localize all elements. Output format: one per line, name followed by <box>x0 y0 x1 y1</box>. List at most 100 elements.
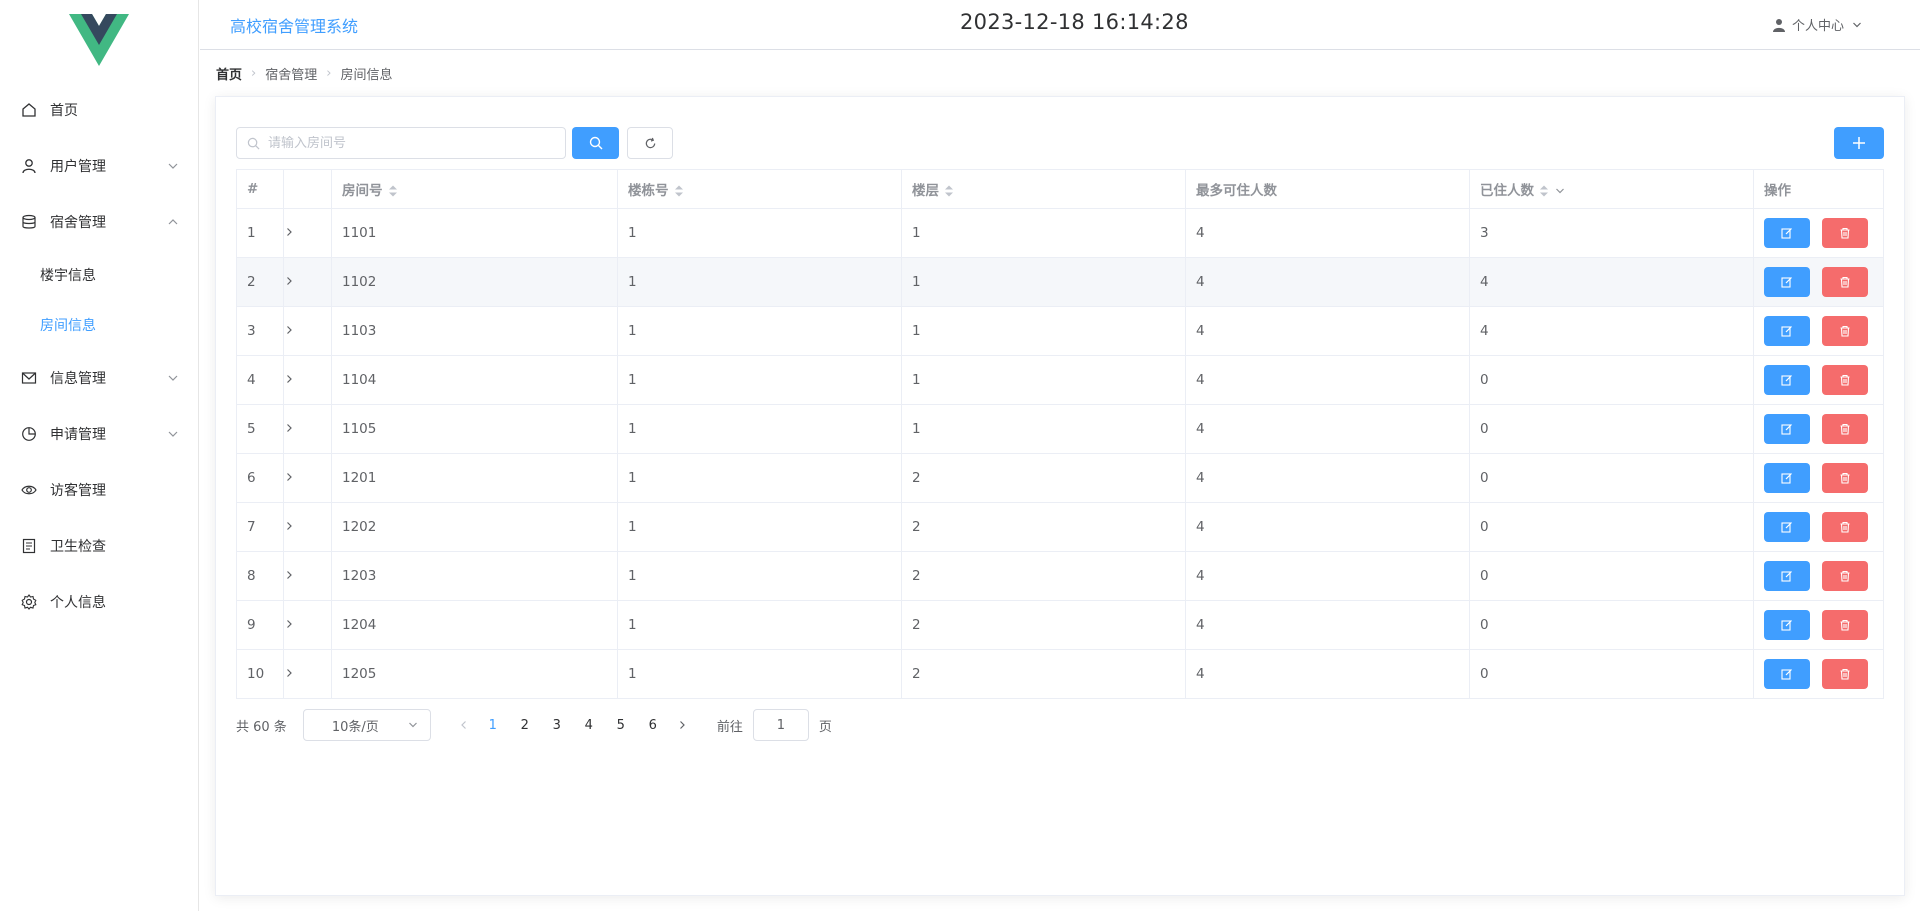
cell-building-number: 1 <box>617 600 902 650</box>
page-number[interactable]: 1 <box>477 718 509 733</box>
cell-expand[interactable] <box>283 453 332 503</box>
menu-item-visitor-management[interactable]: 访客管理 <box>0 462 199 518</box>
cell-expand[interactable] <box>283 355 332 405</box>
delete-button[interactable] <box>1822 610 1868 640</box>
edit-button[interactable] <box>1764 218 1810 248</box>
chevron-down-icon <box>408 722 417 728</box>
goto-page-input[interactable] <box>752 709 809 741</box>
page-size-select[interactable]: 10条/页 <box>302 709 431 741</box>
table-row[interactable]: 10 1205 1 2 4 0 <box>236 649 1884 699</box>
delete-button[interactable] <box>1822 365 1868 395</box>
menu-item-home[interactable]: 首页 <box>0 82 199 138</box>
sort-icon[interactable] <box>388 184 398 198</box>
menu-item-info-management[interactable]: 信息管理 <box>0 350 199 406</box>
table-row[interactable]: 3 1103 1 1 4 4 <box>236 306 1884 356</box>
edit-icon <box>1781 277 1792 288</box>
edit-button[interactable] <box>1764 512 1810 542</box>
table-row[interactable]: 2 1102 1 1 4 4 <box>236 257 1884 307</box>
sort-icon[interactable] <box>1539 184 1549 198</box>
delete-button[interactable] <box>1822 218 1868 248</box>
cell-expand[interactable] <box>283 257 332 307</box>
expand-chevron-icon <box>287 620 292 628</box>
cell-max-capacity: 4 <box>1185 502 1470 552</box>
user-center-dropdown[interactable]: 个人中心 <box>1772 15 1868 34</box>
message-icon <box>20 369 38 387</box>
table-row[interactable]: 4 1104 1 1 4 0 <box>236 355 1884 405</box>
column-header-room-number[interactable]: 房间号 <box>331 169 618 209</box>
pie-chart-icon <box>20 425 38 443</box>
table-row[interactable]: 6 1201 1 2 4 0 <box>236 453 1884 503</box>
table-row[interactable]: 7 1202 1 2 4 0 <box>236 502 1884 552</box>
cell-expand[interactable] <box>283 649 332 699</box>
cell-expand[interactable] <box>283 600 332 650</box>
table-row[interactable]: 1 1101 1 1 4 3 <box>236 208 1884 258</box>
menu-item-label: 卫生检查 <box>50 539 106 555</box>
edit-button[interactable] <box>1764 316 1810 346</box>
expand-chevron-icon <box>287 277 292 285</box>
submenu-item-building-info[interactable]: 楼宇信息 <box>0 250 199 300</box>
delete-button[interactable] <box>1822 414 1868 444</box>
column-header-building-number[interactable]: 楼栋号 <box>617 169 902 209</box>
table-row[interactable]: 5 1105 1 1 4 0 <box>236 404 1884 454</box>
cell-index: 3 <box>236 306 284 356</box>
sort-icon[interactable] <box>944 184 954 198</box>
page-number[interactable]: 2 <box>509 718 541 733</box>
edit-button[interactable] <box>1764 365 1810 395</box>
cell-room-number: 1102 <box>331 257 618 307</box>
column-header-occupied[interactable]: 已住人数 <box>1469 169 1754 209</box>
delete-icon <box>1840 227 1850 239</box>
breadcrumb-item-home[interactable]: 首页 <box>216 64 242 83</box>
page-number[interactable]: 4 <box>573 718 605 733</box>
filter-chevron-down-icon[interactable] <box>1555 186 1565 196</box>
edit-button[interactable] <box>1764 659 1810 689</box>
cell-max-capacity: 4 <box>1185 208 1470 258</box>
sort-icon[interactable] <box>674 184 684 198</box>
delete-button[interactable] <box>1822 463 1868 493</box>
search-button[interactable] <box>572 127 619 159</box>
submenu-item-room-info[interactable]: 房间信息 <box>0 300 199 350</box>
room-search-input[interactable] <box>268 135 548 151</box>
edit-icon <box>1781 522 1792 533</box>
breadcrumb-separator-icon: › <box>251 66 257 81</box>
system-title[interactable]: 高校宿舍管理系统 <box>230 13 358 37</box>
cell-expand[interactable] <box>283 208 332 258</box>
edit-button[interactable] <box>1764 463 1810 493</box>
delete-button[interactable] <box>1822 659 1868 689</box>
page-number[interactable]: 6 <box>637 718 669 733</box>
menu-item-hygiene-check[interactable]: 卫生检查 <box>0 518 199 574</box>
table-row[interactable]: 8 1203 1 2 4 0 <box>236 551 1884 601</box>
cell-expand[interactable] <box>283 306 332 356</box>
edit-button[interactable] <box>1764 561 1810 591</box>
delete-button[interactable] <box>1822 512 1868 542</box>
prev-page-button[interactable] <box>451 720 477 730</box>
search-icon <box>247 137 260 149</box>
reset-button[interactable] <box>627 127 673 159</box>
page-number[interactable]: 3 <box>541 718 573 733</box>
column-header-floor[interactable]: 楼层 <box>901 169 1186 209</box>
menu-item-personal-info[interactable]: 个人信息 <box>0 574 199 630</box>
delete-button[interactable] <box>1822 267 1868 297</box>
edit-button[interactable] <box>1764 610 1810 640</box>
menu-item-dorm-management[interactable]: 宿舍管理 <box>0 194 199 250</box>
page-number[interactable]: 5 <box>605 718 637 733</box>
cell-expand[interactable] <box>283 404 332 454</box>
cell-index: 10 <box>236 649 284 699</box>
delete-button[interactable] <box>1822 561 1868 591</box>
vue-logo-icon[interactable] <box>69 14 129 66</box>
menu-item-user-management[interactable]: 用户管理 <box>0 138 199 194</box>
eye-icon <box>20 481 38 499</box>
add-room-button[interactable] <box>1834 127 1884 159</box>
cell-expand[interactable] <box>283 502 332 552</box>
table-row[interactable]: 9 1204 1 2 4 0 <box>236 600 1884 650</box>
delete-button[interactable] <box>1822 316 1868 346</box>
cell-index: 7 <box>236 502 284 552</box>
edit-button[interactable] <box>1764 267 1810 297</box>
edit-button[interactable] <box>1764 414 1810 444</box>
cell-index: 6 <box>236 453 284 503</box>
menu-item-application-management[interactable]: 申请管理 <box>0 406 199 462</box>
chevron-left-icon <box>460 721 466 729</box>
next-page-button[interactable] <box>669 720 695 730</box>
cell-floor: 1 <box>901 404 1186 454</box>
column-header-index: # <box>236 169 284 209</box>
cell-expand[interactable] <box>283 551 332 601</box>
